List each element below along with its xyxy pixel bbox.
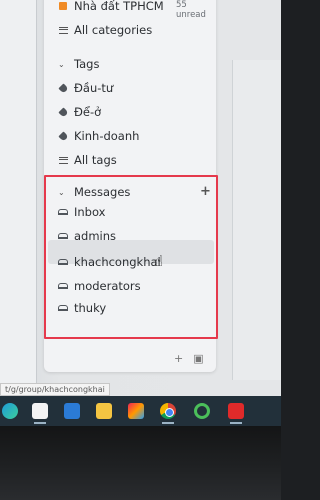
tag-label: Đầu-tư <box>74 81 114 95</box>
sidebar-item-tag[interactable]: Kinh-doanh <box>57 126 140 146</box>
chrome-icon[interactable] <box>160 403 176 419</box>
sidebar-footer: + ▣ <box>174 352 204 365</box>
sidebar-item-tag[interactable]: Đầu-tư <box>57 78 114 98</box>
unread-count: 55 unread <box>176 0 206 20</box>
all-tags-link[interactable]: All tags <box>58 150 117 170</box>
tags-title: Tags <box>74 57 100 71</box>
tag-label: Để-ở <box>74 105 102 119</box>
store-icon[interactable] <box>32 403 48 419</box>
tag-icon <box>57 130 69 142</box>
file-explorer-icon[interactable] <box>96 403 112 419</box>
category-square-icon <box>58 1 68 11</box>
all-categories-link[interactable]: All categories <box>58 20 152 40</box>
chevron-down-icon: ⌄ <box>58 59 65 69</box>
keyboard-icon[interactable]: ▣ <box>193 352 203 365</box>
monitor-screen: Nhà đất TPHCM 55 unread All categories ⌄… <box>0 0 281 404</box>
green-app-icon[interactable] <box>194 403 210 419</box>
sidebar-category-item[interactable]: Nhà đất TPHCM <box>58 0 164 16</box>
active-indicator <box>162 422 174 424</box>
sidebar-item-tag[interactable]: Để-ở <box>57 102 102 122</box>
tag-icon <box>57 82 69 94</box>
highlight-box <box>44 175 218 339</box>
mail-icon[interactable] <box>64 403 80 419</box>
list-icon <box>58 25 68 35</box>
category-label: Nhà đất TPHCM <box>74 0 164 13</box>
anydesk-icon[interactable] <box>228 403 244 419</box>
active-indicator <box>230 422 242 424</box>
hand-pointer-icon: ☝ <box>154 252 164 270</box>
status-url-bar: t/g/group/khachcongkhai <box>0 383 110 396</box>
background-panel-right <box>232 60 281 380</box>
tags-section-header[interactable]: ⌄ Tags <box>58 54 99 74</box>
edge-icon[interactable] <box>2 403 18 419</box>
tag-icon <box>57 106 69 118</box>
plus-icon[interactable]: + <box>174 352 183 365</box>
all-categories-label: All categories <box>74 23 153 37</box>
all-tags-label: All tags <box>74 153 117 167</box>
tag-label: Kinh-doanh <box>74 129 140 143</box>
background-panel-left <box>0 0 37 390</box>
active-indicator <box>34 422 46 424</box>
list-icon <box>58 155 68 165</box>
monitor-bezel <box>0 426 281 500</box>
paint-icon[interactable] <box>128 403 144 419</box>
